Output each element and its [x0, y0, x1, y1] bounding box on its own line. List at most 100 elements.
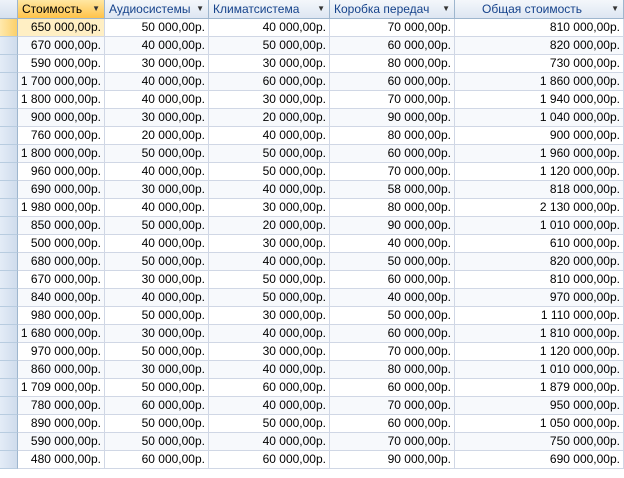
row-selector[interactable] — [0, 361, 18, 379]
row-selector[interactable] — [0, 181, 18, 199]
table-cell[interactable]: 500 000,00р. — [18, 235, 105, 253]
table-cell[interactable]: 20 000,00р. — [105, 127, 209, 145]
table-cell[interactable]: 1 110 000,00р. — [455, 307, 624, 325]
table-row[interactable]: 860 000,00р. 30 000,00р. 40 000,00р. 80 000… — [0, 361, 624, 379]
table-cell[interactable]: 850 000,00р. — [18, 217, 105, 235]
table-cell[interactable]: 60 000,00р. — [330, 271, 455, 289]
row-selector[interactable] — [0, 19, 18, 37]
table-cell[interactable]: 40 000,00р. — [209, 325, 330, 343]
table-cell[interactable]: 50 000,00р. — [209, 37, 330, 55]
table-cell[interactable]: 60 000,00р. — [330, 415, 455, 433]
table-cell[interactable]: 90 000,00р. — [330, 217, 455, 235]
row-selector[interactable] — [0, 73, 18, 91]
table-cell[interactable]: 810 000,00р. — [455, 271, 624, 289]
table-cell[interactable]: 30 000,00р. — [209, 307, 330, 325]
table-cell[interactable]: 1 040 000,00р. — [455, 109, 624, 127]
table-cell[interactable]: 780 000,00р. — [18, 397, 105, 415]
table-cell[interactable]: 1 860 000,00р. — [455, 73, 624, 91]
row-selector[interactable] — [0, 433, 18, 451]
table-cell[interactable]: 680 000,00р. — [18, 253, 105, 271]
table-cell[interactable]: 1 960 000,00р. — [455, 145, 624, 163]
table-cell[interactable]: 80 000,00р. — [330, 361, 455, 379]
table-cell[interactable]: 40 000,00р. — [105, 73, 209, 91]
table-cell[interactable]: 50 000,00р. — [105, 379, 209, 397]
row-selector[interactable] — [0, 379, 18, 397]
table-cell[interactable]: 1 800 000,00р. — [18, 91, 105, 109]
table-cell[interactable]: 60 000,00р. — [209, 73, 330, 91]
table-row[interactable]: 650 000,00р. 50 000,00р. 40 000,00р. 70 000… — [0, 19, 624, 37]
column-header-climate[interactable]: Климатсистема ▼ — [209, 0, 330, 18]
table-row[interactable]: 670 000,00р. 30 000,00р. 50 000,00р. 60 000… — [0, 271, 624, 289]
table-cell[interactable]: 30 000,00р. — [105, 361, 209, 379]
table-cell[interactable]: 50 000,00р. — [105, 253, 209, 271]
dropdown-arrow-icon[interactable]: ▼ — [611, 0, 619, 18]
table-cell[interactable]: 650 000,00р. — [18, 19, 105, 37]
table-cell[interactable]: 30 000,00р. — [209, 199, 330, 217]
table-cell[interactable]: 58 000,00р. — [330, 181, 455, 199]
table-row[interactable]: 1 709 000,00р. 50 000,00р. 60 000,00р. 60 0… — [0, 379, 624, 397]
table-cell[interactable]: 30 000,00р. — [209, 55, 330, 73]
table-cell[interactable]: 40 000,00р. — [209, 181, 330, 199]
row-selector[interactable] — [0, 451, 18, 469]
select-all-button[interactable] — [0, 0, 18, 18]
table-cell[interactable]: 820 000,00р. — [455, 253, 624, 271]
table-cell[interactable]: 1 700 000,00р. — [18, 73, 105, 91]
table-row[interactable]: 680 000,00р. 50 000,00р. 40 000,00р. 50 000… — [0, 253, 624, 271]
table-row[interactable]: 960 000,00р. 40 000,00р. 50 000,00р. 70 000… — [0, 163, 624, 181]
table-cell[interactable]: 50 000,00р. — [209, 163, 330, 181]
table-cell[interactable]: 30 000,00р. — [105, 181, 209, 199]
table-cell[interactable]: 730 000,00р. — [455, 55, 624, 73]
table-cell[interactable]: 670 000,00р. — [18, 37, 105, 55]
table-cell[interactable]: 890 000,00р. — [18, 415, 105, 433]
table-cell[interactable]: 30 000,00р. — [209, 91, 330, 109]
row-selector[interactable] — [0, 271, 18, 289]
table-cell[interactable]: 50 000,00р. — [105, 415, 209, 433]
table-cell[interactable]: 840 000,00р. — [18, 289, 105, 307]
table-cell[interactable]: 60 000,00р. — [330, 379, 455, 397]
table-cell[interactable]: 60 000,00р. — [330, 73, 455, 91]
table-row[interactable]: 590 000,00р. 30 000,00р. 30 000,00р. 80 000… — [0, 55, 624, 73]
table-row[interactable]: 850 000,00р. 50 000,00р. 20 000,00р. 90 000… — [0, 217, 624, 235]
table-cell[interactable]: 960 000,00р. — [18, 163, 105, 181]
row-selector[interactable] — [0, 235, 18, 253]
table-cell[interactable]: 1 810 000,00р. — [455, 325, 624, 343]
table-cell[interactable]: 820 000,00р. — [455, 37, 624, 55]
table-cell[interactable]: 60 000,00р. — [209, 451, 330, 469]
row-selector[interactable] — [0, 289, 18, 307]
table-cell[interactable]: 40 000,00р. — [209, 127, 330, 145]
row-selector[interactable] — [0, 397, 18, 415]
table-cell[interactable]: 1 980 000,00р. — [18, 199, 105, 217]
table-cell[interactable]: 40 000,00р. — [105, 91, 209, 109]
table-cell[interactable]: 30 000,00р. — [105, 55, 209, 73]
table-cell[interactable]: 1 940 000,00р. — [455, 91, 624, 109]
table-cell[interactable]: 1 680 000,00р. — [18, 325, 105, 343]
table-cell[interactable]: 480 000,00р. — [18, 451, 105, 469]
table-cell[interactable]: 90 000,00р. — [330, 451, 455, 469]
table-cell[interactable]: 950 000,00р. — [455, 397, 624, 415]
row-selector[interactable] — [0, 145, 18, 163]
table-cell[interactable]: 60 000,00р. — [105, 397, 209, 415]
table-row[interactable]: 670 000,00р. 40 000,00р. 50 000,00р. 60 000… — [0, 37, 624, 55]
table-cell[interactable]: 70 000,00р. — [330, 163, 455, 181]
row-selector[interactable] — [0, 253, 18, 271]
table-cell[interactable]: 30 000,00р. — [105, 271, 209, 289]
table-cell[interactable]: 40 000,00р. — [209, 433, 330, 451]
table-cell[interactable]: 50 000,00р. — [105, 217, 209, 235]
table-cell[interactable]: 40 000,00р. — [330, 235, 455, 253]
table-row[interactable]: 1 800 000,00р. 40 000,00р. 30 000,00р. 70 0… — [0, 91, 624, 109]
dropdown-arrow-icon[interactable]: ▼ — [196, 0, 204, 18]
row-selector[interactable] — [0, 325, 18, 343]
table-cell[interactable]: 1 050 000,00р. — [455, 415, 624, 433]
table-cell[interactable]: 30 000,00р. — [209, 343, 330, 361]
table-cell[interactable]: 40 000,00р. — [105, 37, 209, 55]
dropdown-arrow-icon[interactable]: ▼ — [92, 0, 100, 18]
table-row[interactable]: 760 000,00р. 20 000,00р. 40 000,00р. 80 000… — [0, 127, 624, 145]
table-cell[interactable]: 80 000,00р. — [330, 127, 455, 145]
table-cell[interactable]: 50 000,00р. — [105, 433, 209, 451]
table-cell[interactable]: 900 000,00р. — [18, 109, 105, 127]
table-row[interactable]: 1 980 000,00р. 40 000,00р. 30 000,00р. 80 0… — [0, 199, 624, 217]
table-row[interactable]: 980 000,00р. 50 000,00р. 30 000,00р. 50 000… — [0, 307, 624, 325]
table-row[interactable]: 1 800 000,00р. 50 000,00р. 50 000,00р. 60 0… — [0, 145, 624, 163]
table-cell[interactable]: 20 000,00р. — [209, 217, 330, 235]
table-cell[interactable]: 1 120 000,00р. — [455, 163, 624, 181]
